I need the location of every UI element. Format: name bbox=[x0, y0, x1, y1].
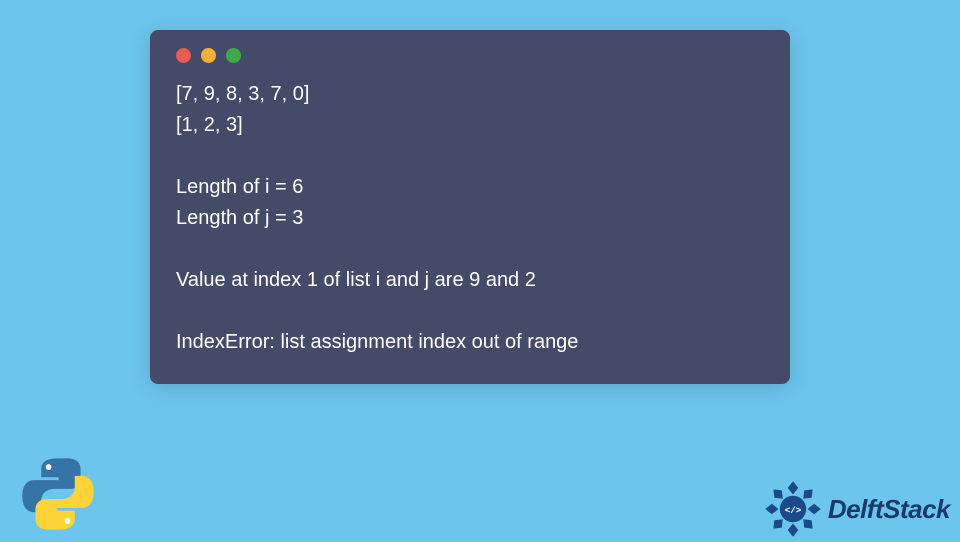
output-line: Length of i = 6 bbox=[176, 176, 303, 198]
window-dots bbox=[176, 48, 764, 63]
close-dot-icon bbox=[176, 48, 191, 63]
code-window: [7, 9, 8, 3, 7, 0] [1, 2, 3] Length of i… bbox=[150, 30, 790, 384]
python-logo-icon bbox=[18, 454, 98, 534]
output-line: [7, 9, 8, 3, 7, 0] bbox=[176, 83, 309, 105]
minimize-dot-icon bbox=[201, 48, 216, 63]
delftstack-text: DelftStack bbox=[828, 494, 950, 525]
svg-text:</>: </> bbox=[785, 505, 802, 516]
output-line: Value at index 1 of list i and j are 9 a… bbox=[176, 269, 536, 291]
output-line: [1, 2, 3] bbox=[176, 114, 243, 136]
output-line: Length of j = 3 bbox=[176, 207, 303, 229]
delftstack-logo: </> DelftStack bbox=[760, 476, 950, 542]
code-output: [7, 9, 8, 3, 7, 0] [1, 2, 3] Length of i… bbox=[176, 79, 764, 358]
delftstack-emblem-icon: </> bbox=[760, 476, 826, 542]
maximize-dot-icon bbox=[226, 48, 241, 63]
output-line: IndexError: list assignment index out of… bbox=[176, 331, 578, 353]
